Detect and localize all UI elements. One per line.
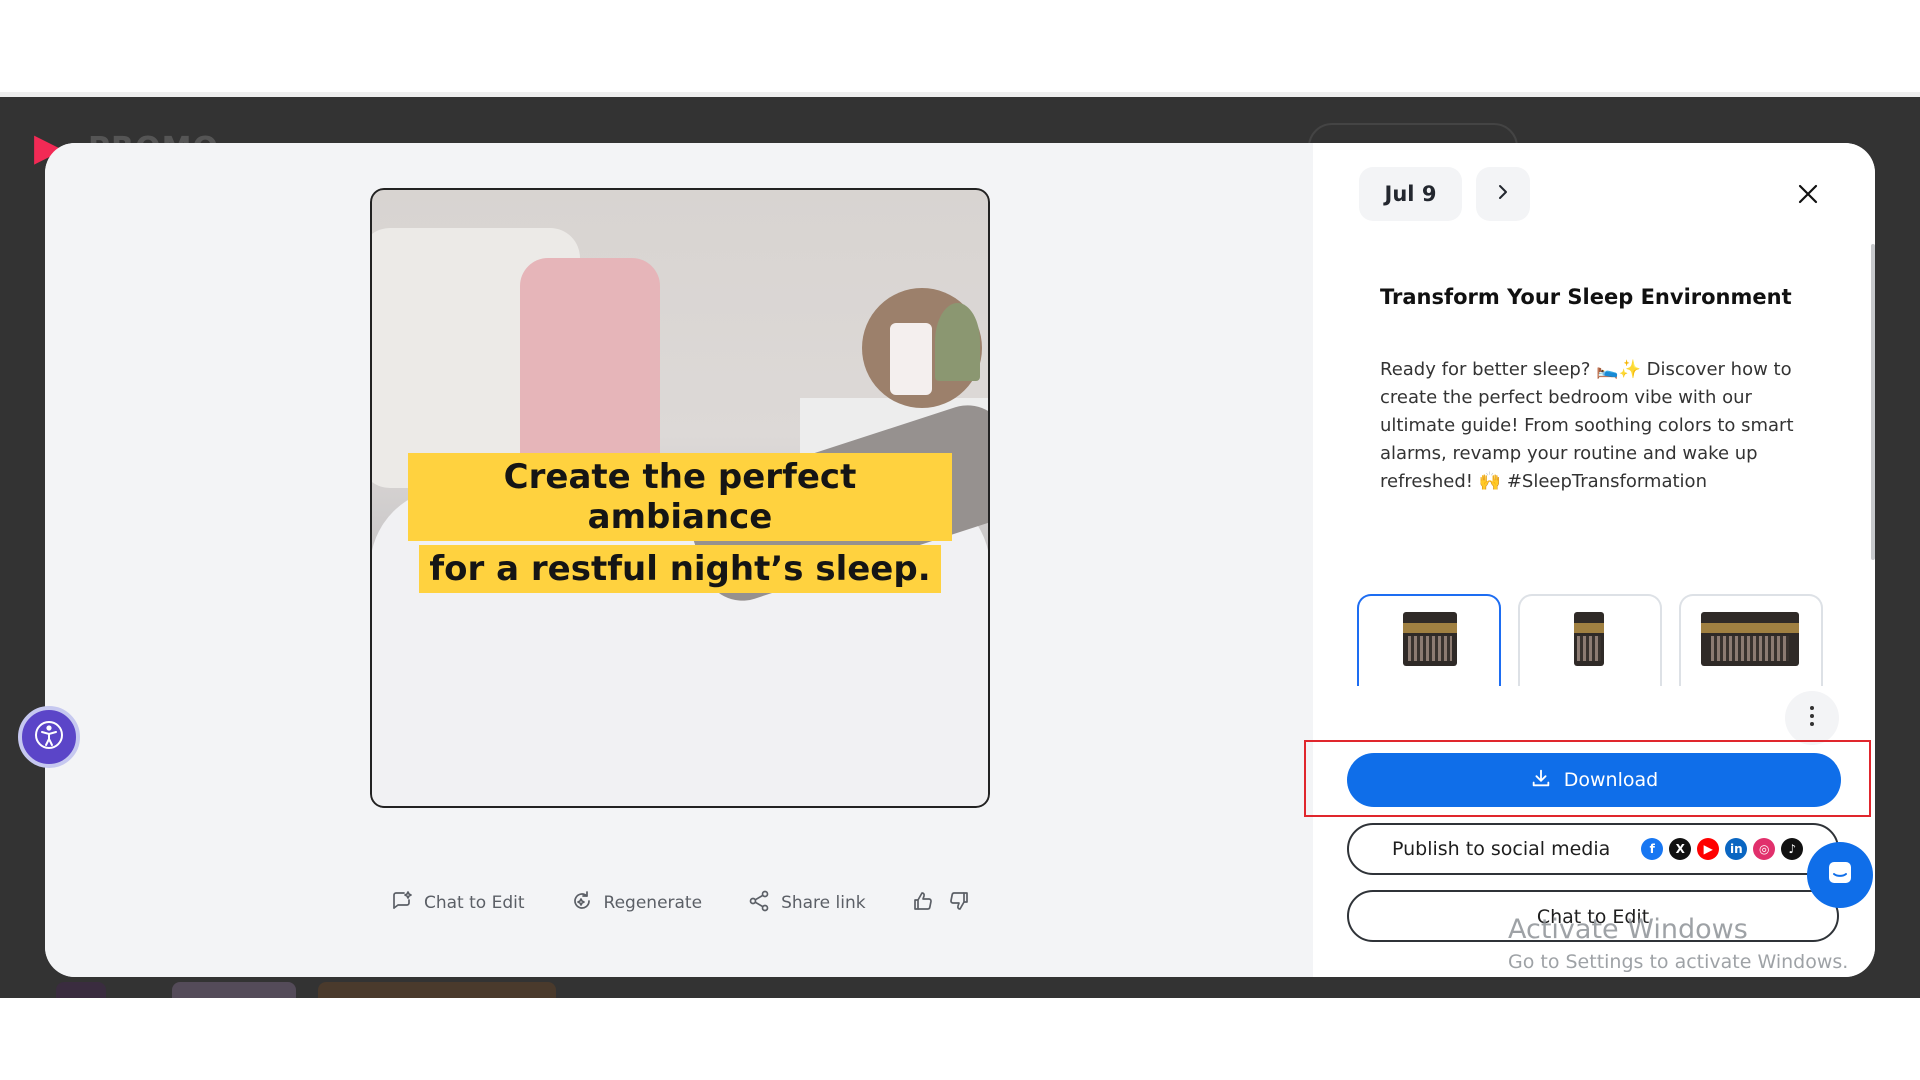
date-selector[interactable]: Jul 9 [1359, 167, 1462, 221]
next-date-button[interactable] [1476, 167, 1530, 221]
landscape-format-thumbnail [1701, 612, 1799, 666]
preview-plant [935, 303, 980, 381]
preview-vase [890, 323, 932, 395]
download-icon [1530, 767, 1564, 794]
video-preview[interactable]: Create the perfect ambiance for a restfu… [370, 188, 990, 808]
feedback-buttons [911, 889, 971, 918]
preview-actions: Chat to Edit Regenerate Share link [390, 888, 971, 918]
top-white-bar [0, 0, 1920, 97]
caption-line-1: Create the perfect ambiance [408, 453, 952, 541]
accessibility-button[interactable] [18, 706, 80, 768]
share-icon [747, 889, 781, 918]
post-title: Transform Your Sleep Environment [1380, 285, 1792, 309]
background-thumbnail [318, 982, 556, 998]
publish-social-button[interactable]: Publish to social media f X ▶ in ◎ ♪ [1347, 823, 1839, 875]
regenerate-action[interactable]: Regenerate [570, 889, 703, 918]
chat-edit-icon [390, 889, 424, 918]
watermark-title: Activate Windows [1508, 914, 1748, 945]
chevron-right-icon [1493, 182, 1513, 206]
post-caption: Ready for better sleep? 🛌✨ Discover how … [1380, 359, 1794, 492]
background-thumbnail [172, 982, 296, 998]
watermark-subtitle: Go to Settings to activate Windows. [1508, 951, 1849, 973]
chat-to-edit-label: Chat to Edit [424, 893, 525, 913]
bottom-white-strip [0, 998, 1920, 1080]
download-button[interactable]: Download [1347, 753, 1841, 807]
format-option-square[interactable] [1357, 594, 1501, 686]
youtube-icon: ▶ [1697, 838, 1720, 860]
accessibility-icon [33, 719, 65, 755]
regenerate-icon [570, 889, 604, 918]
vertical-format-thumbnail [1574, 612, 1604, 666]
thumbs-up-icon[interactable] [911, 889, 935, 918]
preview-caption: Create the perfect ambiance for a restfu… [408, 451, 952, 595]
regenerate-label: Regenerate [603, 893, 703, 913]
download-label: Download [1563, 769, 1659, 791]
windows-activation-watermark: Activate Windows Go to Settings to activ… [1508, 914, 1848, 973]
facebook-icon: f [1641, 838, 1664, 860]
format-option-landscape[interactable] [1679, 594, 1823, 686]
format-option-vertical[interactable] [1518, 594, 1662, 686]
support-chat-button[interactable] [1807, 842, 1873, 908]
caption-line-2: for a restful night’s sleep. [419, 545, 941, 593]
publish-label: Publish to social media [1392, 838, 1611, 860]
social-icons: f X ▶ in ◎ ♪ [1641, 838, 1804, 860]
tiktok-icon: ♪ [1781, 838, 1804, 860]
background-thumbnail [56, 982, 106, 998]
chat-bubble-icon [1824, 857, 1856, 893]
more-vertical-icon [1809, 705, 1815, 731]
share-link-label: Share link [781, 893, 866, 913]
linkedin-icon: in [1725, 838, 1748, 860]
close-icon[interactable] [1792, 178, 1824, 210]
x-icon: X [1669, 838, 1692, 860]
details-scrollbar[interactable] [1871, 244, 1875, 560]
chat-to-edit-action[interactable]: Chat to Edit [390, 889, 525, 918]
instagram-icon: ◎ [1753, 838, 1776, 860]
square-format-thumbnail [1403, 612, 1457, 666]
more-options-button[interactable] [1785, 691, 1839, 745]
share-link-action[interactable]: Share link [747, 889, 866, 918]
thumbs-down-icon[interactable] [947, 889, 971, 918]
